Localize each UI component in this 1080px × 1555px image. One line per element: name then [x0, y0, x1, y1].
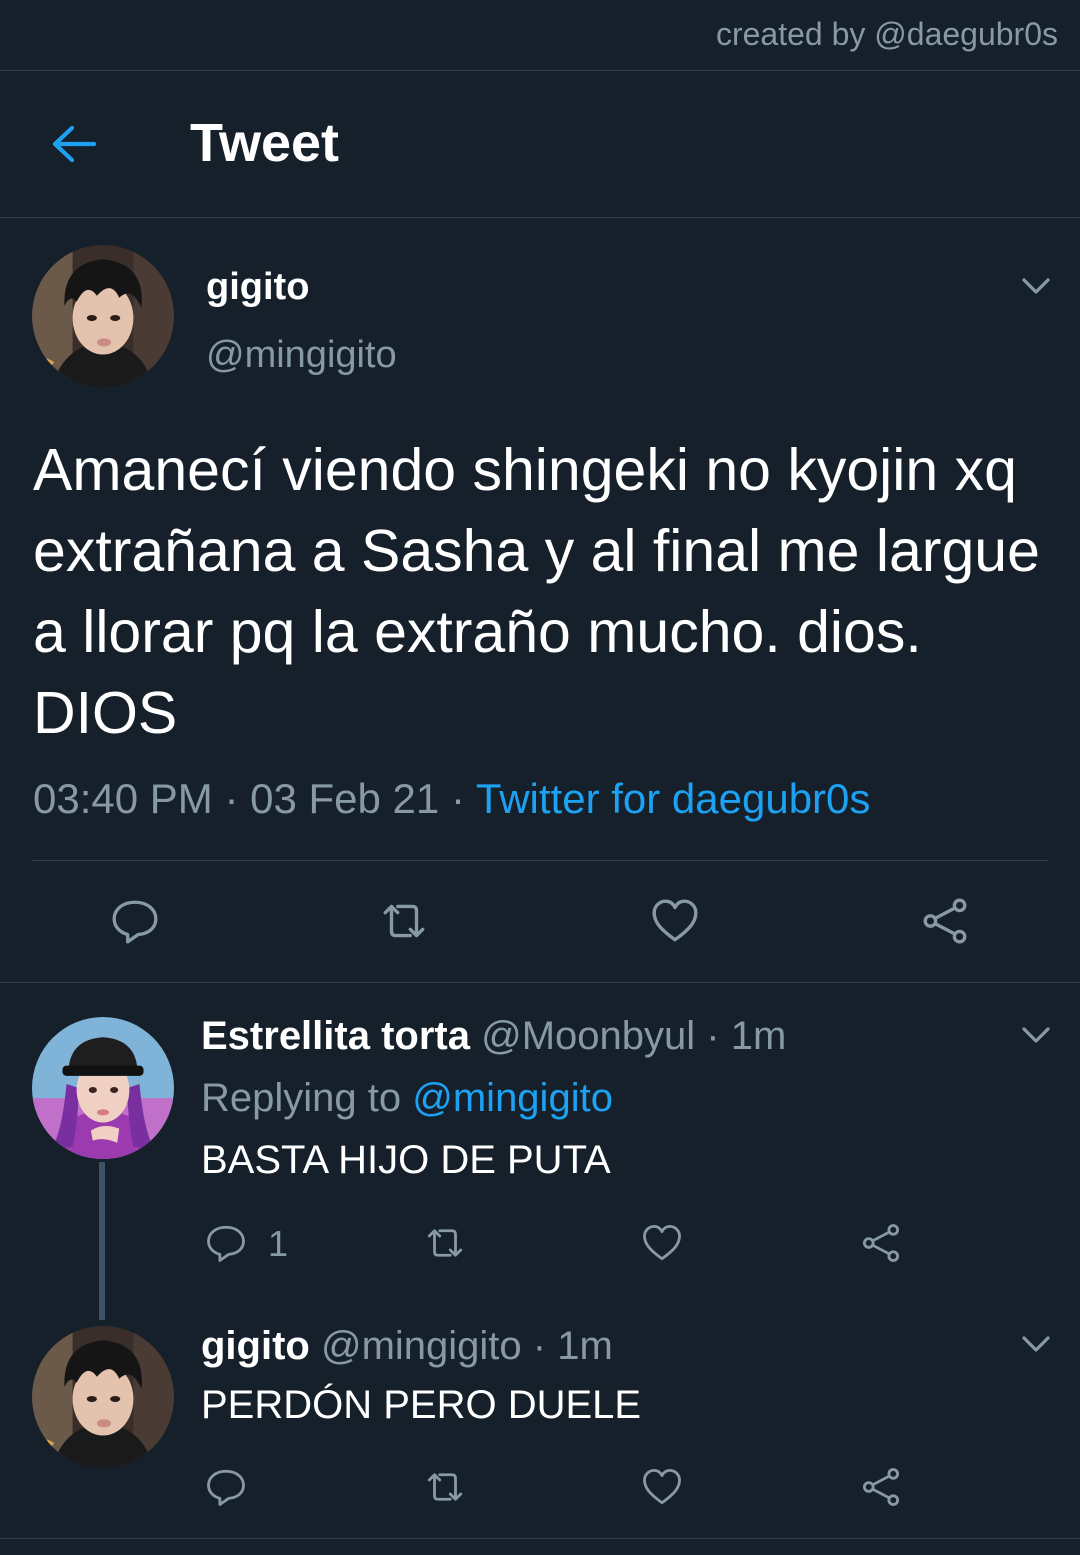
- reply-author-name[interactable]: Estrellita torta: [201, 1014, 470, 1058]
- thread-connector: [99, 1162, 105, 1320]
- share-icon[interactable]: [920, 896, 970, 946]
- retweet-icon[interactable]: [378, 896, 430, 946]
- reply-author-name[interactable]: gigito: [201, 1324, 310, 1368]
- divider: [0, 982, 1080, 983]
- top-header: Tweet: [0, 70, 1080, 218]
- tweet-meta: 03:40 PM · 03 Feb 21 · Twitter for daegu…: [33, 775, 870, 823]
- divider: [0, 1538, 1080, 1539]
- meta-separator: ·: [532, 1324, 547, 1368]
- avatar[interactable]: [32, 245, 174, 387]
- reply-icon[interactable]: [205, 1222, 247, 1264]
- reply-time: 1m: [730, 1014, 787, 1058]
- replying-label: Replying to: [201, 1076, 402, 1120]
- reply-icon[interactable]: [205, 1466, 247, 1508]
- share-icon[interactable]: [860, 1466, 902, 1508]
- meta-separator: ·: [224, 775, 239, 822]
- avatar[interactable]: [32, 1017, 174, 1159]
- tweet-text: Amanecí viendo shingeki no kyojin xq ext…: [33, 437, 1040, 746]
- tweet-source-link[interactable]: Twitter for daegubr0s: [476, 775, 871, 822]
- chevron-down-icon[interactable]: [1021, 1334, 1051, 1354]
- heart-icon[interactable]: [650, 896, 700, 946]
- reply-header: gigito @mingigito · 1m: [201, 1324, 613, 1369]
- meta-separator: ·: [706, 1014, 720, 1058]
- reply-header: Estrellita torta @Moonbyul · 1m: [201, 1014, 786, 1059]
- heart-icon[interactable]: [641, 1466, 683, 1508]
- retweet-icon[interactable]: [422, 1222, 468, 1264]
- replying-to: Replying to @mingigito: [201, 1076, 613, 1121]
- share-icon[interactable]: [860, 1222, 902, 1264]
- page-title: Tweet: [190, 113, 340, 173]
- author-name[interactable]: gigito: [206, 266, 309, 309]
- replying-to-link[interactable]: @mingigito: [412, 1076, 613, 1120]
- reply-author-handle[interactable]: @mingigito: [321, 1324, 522, 1368]
- heart-icon[interactable]: [641, 1222, 683, 1264]
- author-handle[interactable]: @mingigito: [206, 334, 397, 377]
- meta-separator: ·: [450, 775, 465, 822]
- chevron-down-icon[interactable]: [1021, 1025, 1051, 1045]
- reply-text: PERDÓN PERO DUELE: [201, 1383, 642, 1427]
- reply-count: 1: [268, 1223, 289, 1264]
- retweet-icon[interactable]: [422, 1466, 468, 1508]
- credit-text: created by @daegubr0s: [715, 16, 1058, 52]
- back-arrow-icon[interactable]: [50, 122, 98, 166]
- reply-time: 1m: [557, 1324, 613, 1368]
- tweet-time: 03:40 PM: [33, 775, 213, 822]
- reply-author-handle[interactable]: @Moonbyul: [481, 1014, 695, 1058]
- avatar[interactable]: [32, 1326, 174, 1468]
- credit-bar: created by @daegubr0s: [0, 0, 1080, 71]
- chevron-down-icon[interactable]: [1021, 276, 1051, 296]
- divider: [32, 860, 1048, 861]
- tweet-date: 03 Feb 21: [250, 775, 440, 822]
- reply-text: BASTA HIJO DE PUTA: [201, 1138, 611, 1182]
- reply-icon[interactable]: [110, 896, 160, 946]
